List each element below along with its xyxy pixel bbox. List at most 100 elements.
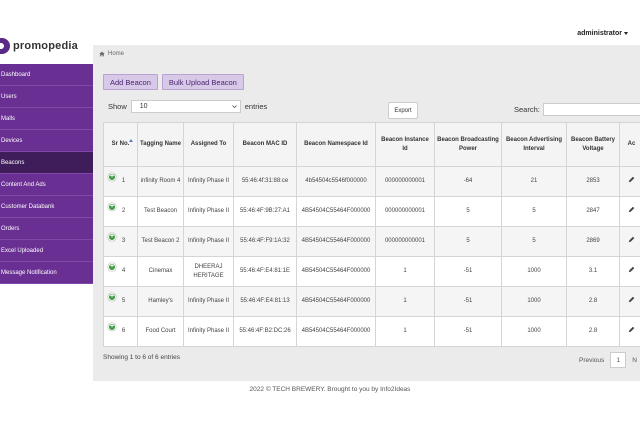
expand-row-icon[interactable]: + — [108, 173, 116, 181]
cell-action — [619, 226, 640, 257]
cell-instance-id: 1 — [375, 316, 435, 347]
sidebar-item-excel-uploaded[interactable]: Excel Uploaded — [0, 240, 93, 262]
column-header-beacon-mac-id[interactable]: Beacon MAC ID — [233, 122, 297, 167]
edit-icon[interactable] — [628, 266, 635, 273]
cell-broadcasting-power: 5 — [434, 226, 502, 257]
table-header-row: Sr No. Tagging Name Assigned To Beacon M… — [103, 122, 640, 167]
column-header-broadcasting-power[interactable]: Beacon Broadcasting Power — [434, 122, 502, 167]
cell-action — [619, 286, 640, 317]
row-number: 4 — [121, 268, 126, 274]
sidebar-item-devices[interactable]: Devices — [0, 130, 93, 152]
cell-broadcasting-power: 5 — [434, 196, 502, 227]
cell-battery-voltage: 2853 — [566, 166, 620, 197]
cell-battery-voltage: 2.8 — [566, 286, 620, 317]
brand-name: promopedia — [13, 40, 78, 52]
sidebar-item-label: Users — [1, 93, 17, 100]
column-header-tagging-name[interactable]: Tagging Name — [137, 122, 184, 167]
breadcrumb-home[interactable]: Home — [108, 51, 124, 57]
cell-advertising-interval: 1000 — [501, 256, 567, 287]
edit-icon[interactable] — [628, 176, 635, 183]
sidebar-item-label: Orders — [1, 225, 20, 232]
column-header-sr-no[interactable]: Sr No. — [103, 122, 138, 167]
expand-row-icon[interactable]: + — [108, 263, 116, 271]
column-header-instance-id[interactable]: Beacon Instance Id — [375, 122, 435, 167]
expand-row-icon[interactable]: + — [108, 203, 116, 211]
sidebar-item-orders[interactable]: Orders — [0, 218, 93, 240]
cell-advertising-interval: 1000 — [501, 286, 567, 317]
expand-row-icon[interactable]: + — [108, 233, 116, 241]
table-row: +4 Cinemax DHEERAJ HERITAGE 55:46:4F:E4:81:… — [103, 256, 640, 287]
table-row: +5 Hamley's Infinity Phase II 55:46:4F:E4:8… — [103, 286, 640, 317]
export-button[interactable]: Export — [388, 102, 418, 119]
sidebar-item-customer-databank[interactable]: Customer Databank — [0, 196, 93, 218]
entries-label: entries — [244, 102, 268, 111]
cell-broadcasting-power: -64 — [434, 166, 502, 197]
footer: 2022 © TECH BREWERY. Brought to you by I… — [249, 386, 411, 393]
cell-tagging-name: Food Court — [137, 316, 184, 347]
caret-down-icon — [624, 31, 628, 35]
search-input[interactable] — [542, 103, 640, 116]
search-control: Search: — [514, 103, 640, 116]
brand-logo[interactable]: promopedia — [0, 37, 78, 55]
cell-instance-id: 1 — [375, 286, 435, 317]
cell-tagging-name: Cinemax — [137, 256, 184, 287]
column-header-namespace-id[interactable]: Beacon Namespace Id — [296, 122, 376, 167]
sidebar-item-content-and-ads[interactable]: Content And Ads — [0, 174, 93, 196]
cell-sr-no: +4 — [103, 256, 138, 287]
search-label: Search: — [514, 105, 540, 114]
cell-broadcasting-power: -51 — [434, 286, 502, 317]
cell-instance-id: 000000000001 — [375, 196, 435, 227]
cell-advertising-interval: 5 — [501, 196, 567, 227]
cell-namespace-id: 4B54504C55464F000000 — [296, 226, 376, 257]
previous-page-button[interactable]: Previous — [579, 357, 604, 364]
sidebar-item-beacons[interactable]: Beacons — [0, 152, 98, 174]
next-page-button[interactable]: N — [632, 357, 637, 364]
table-row: +3 Test Beacon 2 Infinity Phase II 55:46:4F… — [103, 226, 640, 257]
sidebar-item-users[interactable]: Users — [0, 86, 93, 108]
table-row: +2 Test Beacon Infinity Phase II 55:46:4F:9… — [103, 196, 640, 227]
cell-battery-voltage: 3.1 — [566, 256, 620, 287]
add-beacon-button[interactable]: Add Beacon — [103, 74, 158, 90]
main-content: Home Add Beacon Bulk Upload Beacon Show … — [93, 45, 640, 381]
row-number: 3 — [121, 238, 126, 244]
show-label: Show — [108, 102, 127, 111]
edit-icon[interactable] — [628, 236, 635, 243]
expand-row-icon[interactable]: + — [108, 323, 116, 331]
column-header-assigned-to[interactable]: Assigned To — [183, 122, 234, 167]
sidebar-item-malls[interactable]: Malls — [0, 108, 93, 130]
cell-assigned-to: Infinity Phase II — [183, 316, 234, 347]
cell-assigned-to: Infinity Phase II — [183, 226, 234, 257]
cell-mac-id: 55:46:4F:B2:DC:26 — [233, 316, 297, 347]
cell-tagging-name: Test Beacon 2 — [137, 226, 184, 257]
cell-action — [619, 196, 640, 227]
sidebar-item-label: Content And Ads — [1, 181, 46, 188]
row-number: 2 — [121, 208, 126, 214]
user-menu[interactable]: administrator — [577, 30, 628, 37]
column-header-advertising-interval[interactable]: Beacon Advertising Interval — [501, 122, 567, 167]
column-header-action: Ac — [619, 122, 640, 167]
expand-row-icon[interactable]: + — [108, 293, 116, 301]
cell-sr-no: +2 — [103, 196, 138, 227]
action-buttons: Add Beacon Bulk Upload Beacon — [103, 74, 244, 90]
page-length-control: Show 10 entries — [108, 100, 267, 113]
page-button-1[interactable]: 1 — [610, 352, 627, 368]
edit-icon[interactable] — [628, 206, 635, 213]
sidebar-item-label: Customer Databank — [1, 203, 55, 210]
cell-tagging-name: Hamley's — [137, 286, 184, 317]
edit-icon[interactable] — [628, 296, 635, 303]
cell-tagging-name: Test Beacon — [137, 196, 184, 227]
page-length-select[interactable]: 10 — [130, 100, 241, 113]
bulk-upload-beacon-button[interactable]: Bulk Upload Beacon — [161, 74, 244, 90]
cell-action — [619, 166, 640, 197]
sidebar-item-label: Message Notification — [1, 269, 57, 276]
user-name: administrator — [577, 30, 622, 37]
sidebar-item-message-notification[interactable]: Message Notification — [0, 262, 93, 284]
cell-assigned-to: DHEERAJ HERITAGE — [183, 256, 234, 287]
edit-icon[interactable] — [628, 326, 635, 333]
sidebar-item-dashboard[interactable]: Dashboard — [0, 64, 93, 86]
cell-broadcasting-power: -51 — [434, 316, 502, 347]
row-number: 6 — [121, 328, 126, 334]
cell-namespace-id: 4B54504C55464F000000 — [296, 316, 376, 347]
column-header-battery-voltage[interactable]: Beacon Battery Voltage — [566, 122, 620, 167]
cell-advertising-interval: 1000 — [501, 316, 567, 347]
